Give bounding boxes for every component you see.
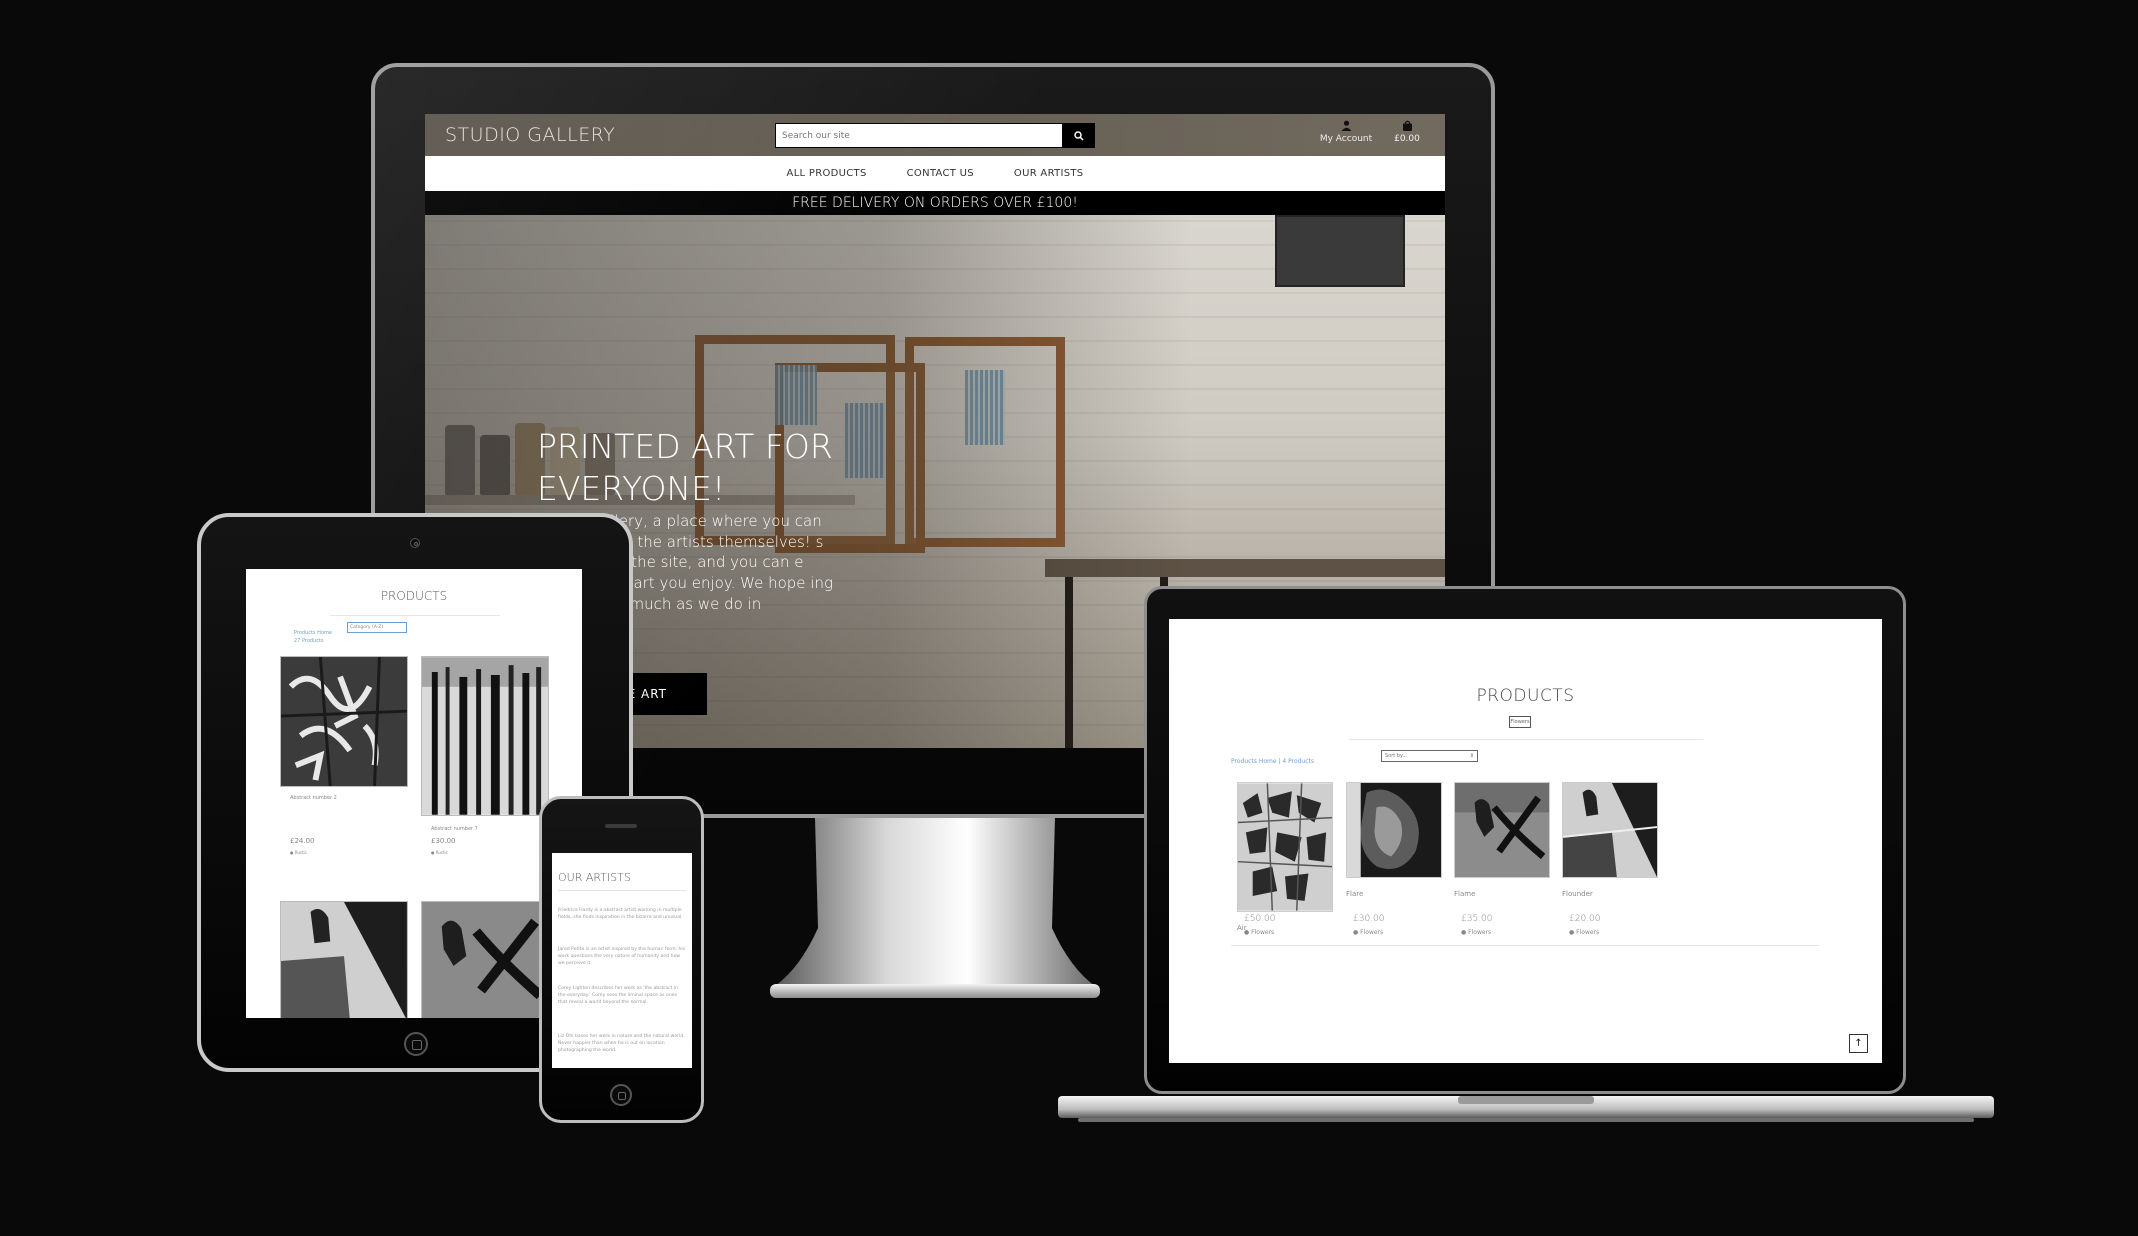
product-price: £24.00 <box>290 837 315 845</box>
shopping-bag-link[interactable]: £0.00 <box>1387 120 1427 144</box>
page-title: PRODUCTS <box>380 589 448 603</box>
product-image-flounder[interactable] <box>1562 782 1658 878</box>
product-price: £20.00 <box>1569 914 1601 924</box>
nav-contact-us[interactable]: CONTACT US <box>907 168 974 179</box>
product-count[interactable]: Products Home | 4 Products <box>1231 758 1314 765</box>
product-category-tag[interactable]: ● Rustic <box>290 850 307 855</box>
product-name[interactable]: Flame <box>1454 890 1550 898</box>
product-card[interactable]: Flare <box>1346 782 1442 898</box>
sort-select[interactable]: Category (A-Z) <box>347 622 407 633</box>
product-name[interactable]: Flounder <box>1562 890 1658 898</box>
delivery-banner: FREE DELIVERY ON ORDERS OVER £100! <box>425 191 1445 215</box>
nav-all-products[interactable]: ALL PRODUCTS <box>787 168 867 179</box>
main-nav: ALL PRODUCTS CONTACT US OUR ARTISTS <box>425 156 1445 191</box>
hero-title: PRINTED ART FOR EVERYONE! <box>537 427 833 508</box>
category-badge[interactable]: Flowers <box>1509 716 1531 728</box>
product-image[interactable] <box>280 656 408 787</box>
artist-bio: Corey Lighton describes her work as 'the… <box>558 986 679 1006</box>
phone-screen: OUR ARTISTS Friedrica Hardy is a abstrac… <box>552 853 692 1068</box>
site-logo[interactable]: STUDIO GALLERY <box>445 124 615 146</box>
product-price: £35.00 <box>1461 914 1493 924</box>
artist-bio: Jared Petite is an artist inspired by th… <box>558 947 686 967</box>
product-price: £50.00 <box>1244 914 1276 924</box>
phone-speaker <box>605 824 637 828</box>
product-card[interactable]: Flounder <box>1562 782 1658 898</box>
shopping-bag-icon <box>1402 120 1412 131</box>
page-title: OUR ARTISTS <box>558 871 631 884</box>
product-name[interactable]: Abstract number 2 <box>290 795 337 801</box>
search-button[interactable] <box>1063 123 1095 148</box>
site-header: STUDIO GALLERY My Account £0.00 <box>425 114 1445 156</box>
product-image[interactable] <box>421 901 549 1018</box>
back-to-top-button[interactable]: ↑ <box>1849 1034 1868 1053</box>
product-category-tag[interactable]: ● Flowers <box>1461 929 1491 936</box>
nav-our-artists[interactable]: OUR ARTISTS <box>1014 168 1084 179</box>
my-account-link[interactable]: My Account <box>1318 120 1374 144</box>
tablet-screen: PRODUCTS Category (A-Z) Products Home 27… <box>246 569 582 1018</box>
phone-home-button[interactable] <box>610 1084 632 1106</box>
user-icon <box>1341 120 1351 131</box>
product-image-air[interactable] <box>1237 782 1333 912</box>
product-image-flame[interactable] <box>1454 782 1550 878</box>
my-account-label: My Account <box>1319 134 1373 144</box>
product-name[interactable]: Flare <box>1346 890 1442 898</box>
monitor-stand <box>770 818 1100 1008</box>
product-category-tag[interactable]: ● Flowers <box>1353 929 1383 936</box>
bag-total: £0.00 <box>1394 134 1420 144</box>
search-form <box>775 123 1095 148</box>
product-category-tag[interactable]: ● Flowers <box>1569 929 1599 936</box>
product-price: £30.00 <box>1353 914 1385 924</box>
chevron-down-icon: ⇕ <box>1469 753 1474 759</box>
arrow-up-icon: ↑ <box>1854 1038 1863 1049</box>
product-image[interactable] <box>280 901 408 1018</box>
tablet-camera <box>410 538 420 548</box>
product-category-tag[interactable]: ● Flowers <box>1244 929 1274 936</box>
product-price: £30.00 <box>431 837 456 845</box>
product-card[interactable]: Air <box>1237 782 1333 932</box>
page-title: PRODUCTS <box>1476 686 1575 706</box>
search-icon <box>1074 130 1084 141</box>
laptop-screen: PRODUCTS Flowers Sort by... ⇕ Products H… <box>1169 619 1882 1063</box>
artist-bio: Friedrica Hardy is a abstract artist wor… <box>558 908 683 921</box>
product-count[interactable]: Products Home 27 Products <box>294 629 344 645</box>
product-image-flare[interactable] <box>1346 782 1442 878</box>
product-category-tag[interactable]: ● Rustic <box>431 850 448 855</box>
laptop-base <box>1058 1094 1994 1128</box>
sort-select[interactable]: Sort by... ⇕ <box>1381 750 1478 762</box>
product-name[interactable]: Abstract number 7 <box>431 826 478 832</box>
tablet-home-button[interactable] <box>404 1032 428 1056</box>
artist-bio: Liz Ohl bases her work in nature and the… <box>558 1034 685 1054</box>
search-input[interactable] <box>775 123 1063 148</box>
product-card[interactable]: Flame <box>1454 782 1550 898</box>
sort-select-label: Sort by... <box>1385 753 1408 759</box>
product-image[interactable] <box>421 656 549 816</box>
